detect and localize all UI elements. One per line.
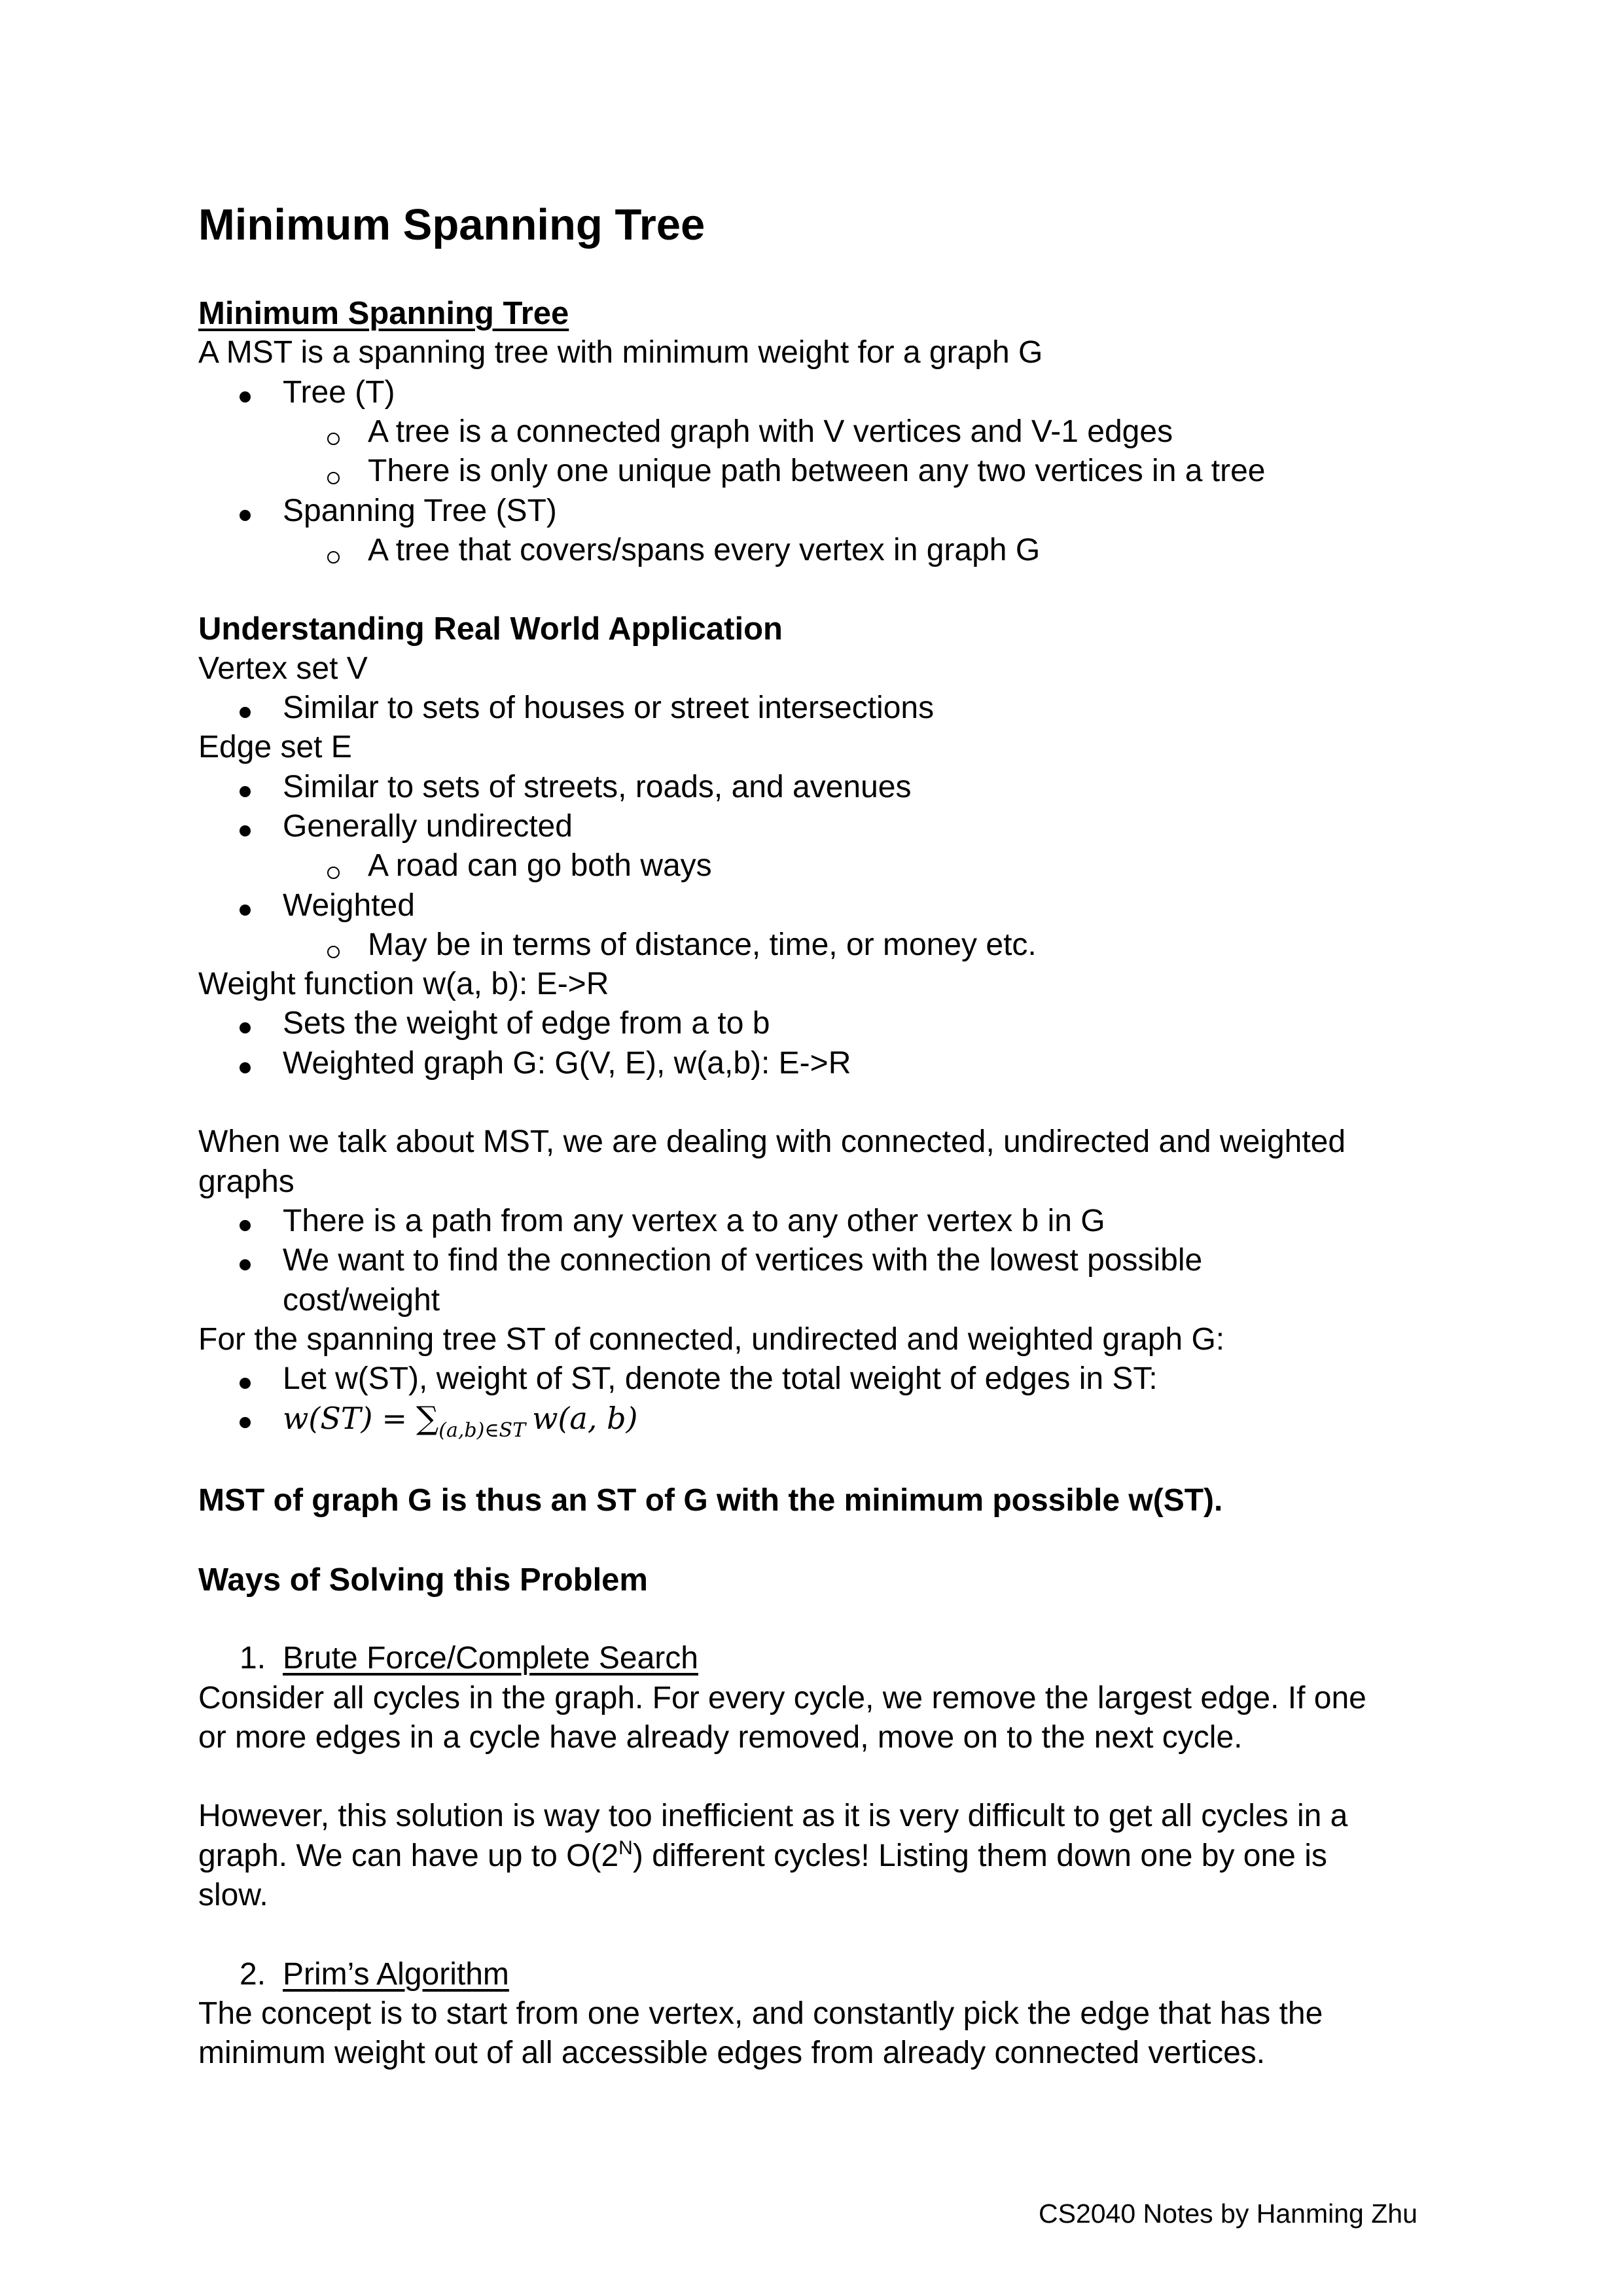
bullet-dot-icon xyxy=(240,707,251,718)
paragraph-text: graphs xyxy=(198,1164,294,1199)
paragraph-text: graph. We can have up to O(2N) different… xyxy=(198,1837,1327,1876)
weight-formula: w(ST) = ∑(a,b)∈ST w(a, b) xyxy=(283,1399,637,1450)
formula-rhs: w(a, b) xyxy=(532,1401,638,1437)
sub-list-item-text: There is only one unique path between an… xyxy=(368,454,1266,489)
list-item-text: We want to find the connection of vertic… xyxy=(283,1243,1203,1278)
bullet-circle-icon xyxy=(327,472,340,485)
text-before-exponent: graph. We can have up to O(2 xyxy=(198,1838,619,1873)
sub-list-item-text: A road can go both ways xyxy=(368,848,712,884)
paragraph-text: or more edges in a cycle have already re… xyxy=(198,1719,1243,1755)
paragraph-text: The concept is to start from one vertex,… xyxy=(198,1996,1323,2031)
bullet-circle-icon xyxy=(327,432,340,445)
exponent: N xyxy=(618,1837,633,1859)
list-item-text: cost/weight xyxy=(283,1282,440,1318)
paragraph-text: However, this solution is way too ineffi… xyxy=(198,1799,1348,1834)
bullet-dot-icon xyxy=(240,1022,251,1034)
list-item-text: There is a path from any vertex a to any… xyxy=(283,1203,1105,1238)
list-item-text: Sets the weight of edge from a to b xyxy=(283,1006,770,1041)
bullet-dot-icon xyxy=(240,904,251,916)
list-item-text: Generally undirected xyxy=(283,808,573,844)
bullet-dot-icon xyxy=(240,1417,251,1429)
bullet-dot-icon xyxy=(240,1259,251,1271)
bullet-dot-icon xyxy=(240,509,251,521)
section-heading-text: Ways of Solving this Problem xyxy=(198,1562,649,1598)
paragraph-text: Consider all cycles in the graph. For ev… xyxy=(198,1680,1366,1715)
list-item-text: Tree (T) xyxy=(283,374,395,410)
bullet-dot-icon xyxy=(240,1219,251,1231)
numbered-item-title: Prim’s Algorithm xyxy=(283,1956,509,1992)
bullet-dot-icon xyxy=(240,785,251,797)
numbered-item-title: Brute Force/Complete Search xyxy=(283,1641,698,1676)
paragraph-text: For the spanning tree ST of connected, u… xyxy=(198,1321,1225,1357)
document-body: Minimum Spanning Tree A MST is a spanning… xyxy=(0,0,1623,2296)
formula-subscript: (a,b)∈ST xyxy=(438,1419,526,1443)
list-item-text: Similar to sets of houses or street inte… xyxy=(283,691,935,725)
sub-list-item-text: A tree is a connected graph with V verti… xyxy=(368,414,1173,449)
bullet-circle-icon xyxy=(327,945,340,958)
paragraph-text: minimum weight out of all accessible edg… xyxy=(198,2036,1266,2071)
bullet-dot-icon xyxy=(240,825,251,836)
list-item-text: Weighted graph G: G(V, E), w(a,b): E->R xyxy=(283,1045,851,1081)
paragraph-text: When we talk about MST, we are dealing w… xyxy=(198,1124,1346,1160)
list-number: 2. xyxy=(240,1956,266,1992)
paragraph-text: Weight function w(a, b): E->R xyxy=(198,967,609,1002)
formula-lhs: w(ST) xyxy=(283,1401,373,1437)
bullet-dot-icon xyxy=(240,1378,251,1390)
paragraph-text: A MST is a spanning tree with minimum we… xyxy=(198,335,1043,370)
document-page: Minimum Spanning Tree Minimum Spanning T… xyxy=(0,0,1623,2296)
section-heading-text: Understanding Real World Application xyxy=(198,611,783,647)
bullet-circle-icon xyxy=(327,550,340,564)
list-item-text: Similar to sets of streets, roads, and a… xyxy=(283,769,912,804)
key-statement-text: MST of graph G is thus an ST of G with t… xyxy=(198,1483,1223,1518)
section-heading-text: Minimum Spanning Tree xyxy=(198,296,569,331)
paragraph-text: Edge set E xyxy=(198,730,352,765)
paragraph-text: Vertex set V xyxy=(198,651,368,686)
sub-list-item-text: A tree that covers/spans every vertex in… xyxy=(368,532,1041,567)
sub-list-item-text: May be in terms of distance, time, or mo… xyxy=(368,927,1037,962)
page-footer: CS2040 Notes by Hanming Zhu xyxy=(1039,2198,1418,2229)
list-item-text: Let w(ST), weight of ST, denote the tota… xyxy=(283,1361,1158,1397)
list-item-text: Spanning Tree (ST) xyxy=(283,493,557,528)
list-number: 1. xyxy=(240,1641,266,1676)
text-after-exponent: ) different cycles! Listing them down on… xyxy=(632,1838,1327,1873)
sum-symbol: ∑ xyxy=(416,1400,439,1437)
paragraph-text: slow. xyxy=(198,1878,268,1912)
bullet-circle-icon xyxy=(327,867,340,880)
bullet-dot-icon xyxy=(240,1062,251,1073)
list-item-text: Weighted xyxy=(283,888,415,923)
bullet-dot-icon xyxy=(240,391,251,403)
formula-equals: = xyxy=(382,1401,408,1437)
